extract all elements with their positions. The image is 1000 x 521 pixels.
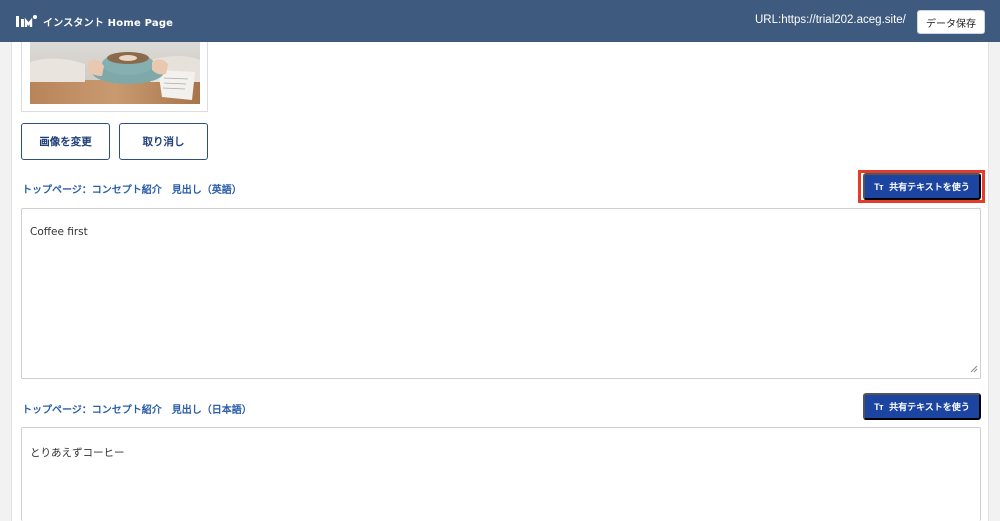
text-style-icon: Tт [874, 401, 884, 412]
heading-en-textarea[interactable]: Coffee first [21, 208, 981, 379]
cancel-image-button[interactable]: 取り消し [119, 123, 208, 160]
logo[interactable]: インスタント Home Page [16, 14, 173, 29]
change-image-button[interactable]: 画像を変更 [21, 123, 110, 160]
field-label-ja: トップページ：コンセプト紹介 見出し（日本語） [22, 405, 252, 416]
shared-button-label: 共有テキストを使う [889, 402, 970, 412]
top-bar: インスタント Home Page URL:https://trial202.ac… [0, 0, 1000, 42]
left-gutter [0, 42, 11, 521]
coffee-image [30, 42, 200, 104]
logo-text: インスタント Home Page [43, 17, 174, 29]
heading-en-value: Coffee first [30, 226, 88, 238]
heading-ja-value: とりあえずコーヒー [30, 447, 125, 459]
logo-icon [16, 14, 38, 28]
field-label-en: トップページ：コンセプト紹介 見出し（英語） [22, 185, 242, 196]
resize-grip-icon[interactable] [970, 364, 978, 376]
highlight-box [858, 170, 985, 203]
heading-ja-textarea[interactable]: とりあえずコーヒー [21, 427, 981, 521]
site-url: URL:https://trial202.aceg.site/ [755, 14, 906, 26]
save-data-button[interactable]: データ保存 [917, 10, 985, 34]
use-shared-text-button-ja[interactable]: Tт 共有テキストを使う [863, 393, 981, 420]
image-preview-frame [21, 42, 208, 112]
